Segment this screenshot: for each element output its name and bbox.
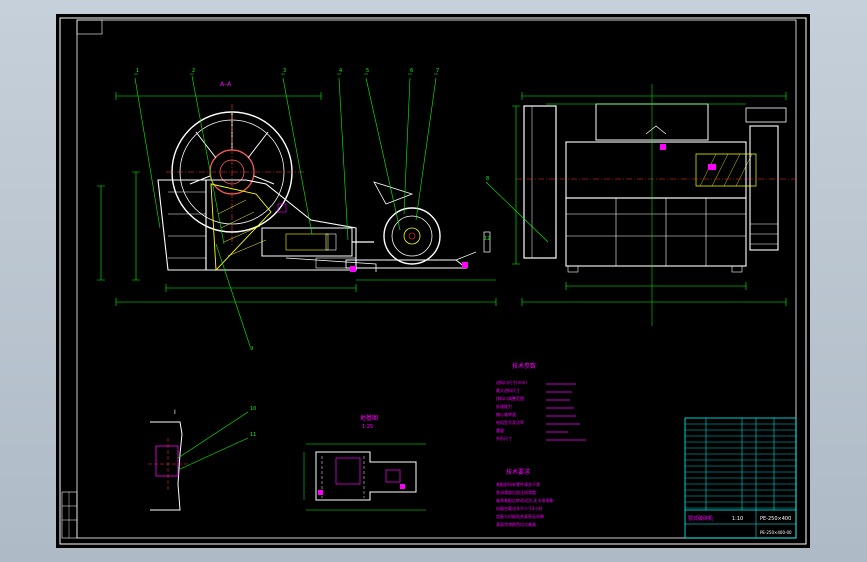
detail-label: I bbox=[174, 409, 176, 416]
title-block-title: PE-250×400 bbox=[760, 516, 791, 522]
part-number-label: 2 bbox=[192, 68, 195, 74]
tech-param-5: 偏心轴转速 bbox=[496, 411, 516, 417]
tech-param-8: 外形尺寸 bbox=[496, 435, 512, 441]
foundation-plan: 地基图 1:25 bbox=[303, 414, 426, 511]
part-number-label: 8 bbox=[486, 176, 489, 182]
tech-req-5: 齿板与衬板贴合紧密无间隙 bbox=[496, 513, 544, 519]
part-number-label: 1 bbox=[136, 68, 139, 74]
tech-req-2: 各润滑部位加注润滑脂 bbox=[496, 489, 536, 495]
part-number-label: 10 bbox=[250, 406, 256, 412]
tech-param-1: 进料口尺寸(mm) bbox=[496, 379, 527, 385]
tech-req-title: 技术要求 bbox=[506, 468, 530, 476]
part-number-label: 3 bbox=[283, 68, 286, 74]
part-number-label: 7 bbox=[436, 68, 439, 74]
binding-strip bbox=[61, 491, 78, 539]
cad-drawing: A–A I 地基图 1:25 技术参数 进料口尺寸(mm) 最大进料尺寸 排料口… bbox=[59, 17, 807, 545]
foundation-title: 地基图 bbox=[360, 414, 378, 422]
detail-view: I bbox=[148, 409, 249, 511]
title-block: 颚式破碎机 1:10 PE-250×400 PE-250×400-00 bbox=[684, 417, 797, 539]
part-number-label: 9 bbox=[250, 346, 253, 352]
part-number-label: 12 bbox=[484, 236, 490, 242]
tech-requirements-block: 技术要求 装配前所有零件清洗干净 各润滑部位加注润滑脂 轴承装配后转动灵活,无卡… bbox=[496, 468, 553, 527]
tech-param-2: 最大进料尺寸 bbox=[496, 387, 520, 393]
tech-param-6: 电机型号及功率 bbox=[496, 419, 524, 425]
part-number-label: 5 bbox=[366, 68, 369, 74]
foundation-scale: 1:25 bbox=[362, 424, 373, 430]
tech-req-6: 表面涂漆颜色均匀美观 bbox=[496, 521, 536, 527]
side-view bbox=[485, 84, 796, 326]
tech-params-title: 技术参数 bbox=[512, 362, 536, 370]
title-block-name: 颚式破碎机 bbox=[688, 515, 713, 522]
corner-box bbox=[76, 19, 103, 35]
tech-param-7: 重量 bbox=[496, 427, 504, 433]
inner-frame bbox=[76, 19, 797, 539]
front-view: A–A bbox=[97, 73, 497, 347]
part-number-label: 4 bbox=[339, 68, 342, 74]
outer-frame bbox=[59, 17, 807, 545]
tech-param-3: 排料口调整范围 bbox=[496, 395, 524, 401]
tech-param-4: 处理能力 bbox=[496, 403, 512, 409]
title-block-number: PE-250×400-00 bbox=[760, 530, 792, 535]
tech-req-3: 轴承装配后转动灵活,无卡滞现象 bbox=[496, 497, 553, 503]
title-block-scale: 1:10 bbox=[732, 516, 743, 522]
tech-req-4: 机器空载试车不少于2小时 bbox=[496, 505, 543, 511]
tech-params-block: 技术参数 进料口尺寸(mm) 最大进料尺寸 排料口调整范围 处理能力 偏心轴转速… bbox=[496, 362, 586, 441]
tech-req-1: 装配前所有零件清洗干净 bbox=[496, 481, 540, 487]
section-label: A–A bbox=[220, 81, 232, 88]
part-number-label: 11 bbox=[250, 432, 256, 438]
drawing-sheet: A–A I 地基图 1:25 技术参数 进料口尺寸(mm) 最大进料尺寸 排料口… bbox=[56, 14, 810, 548]
part-number-label: 6 bbox=[410, 68, 413, 74]
